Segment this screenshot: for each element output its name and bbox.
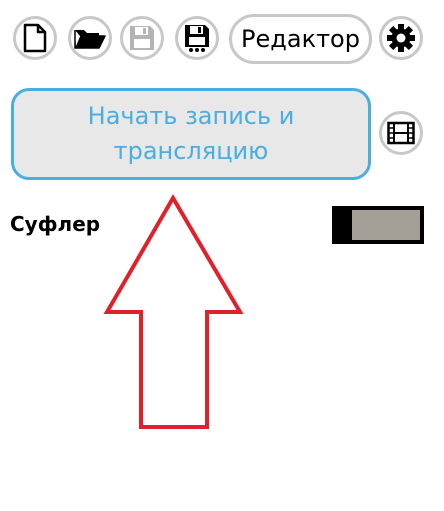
annotation-arrow-icon	[103, 194, 244, 429]
